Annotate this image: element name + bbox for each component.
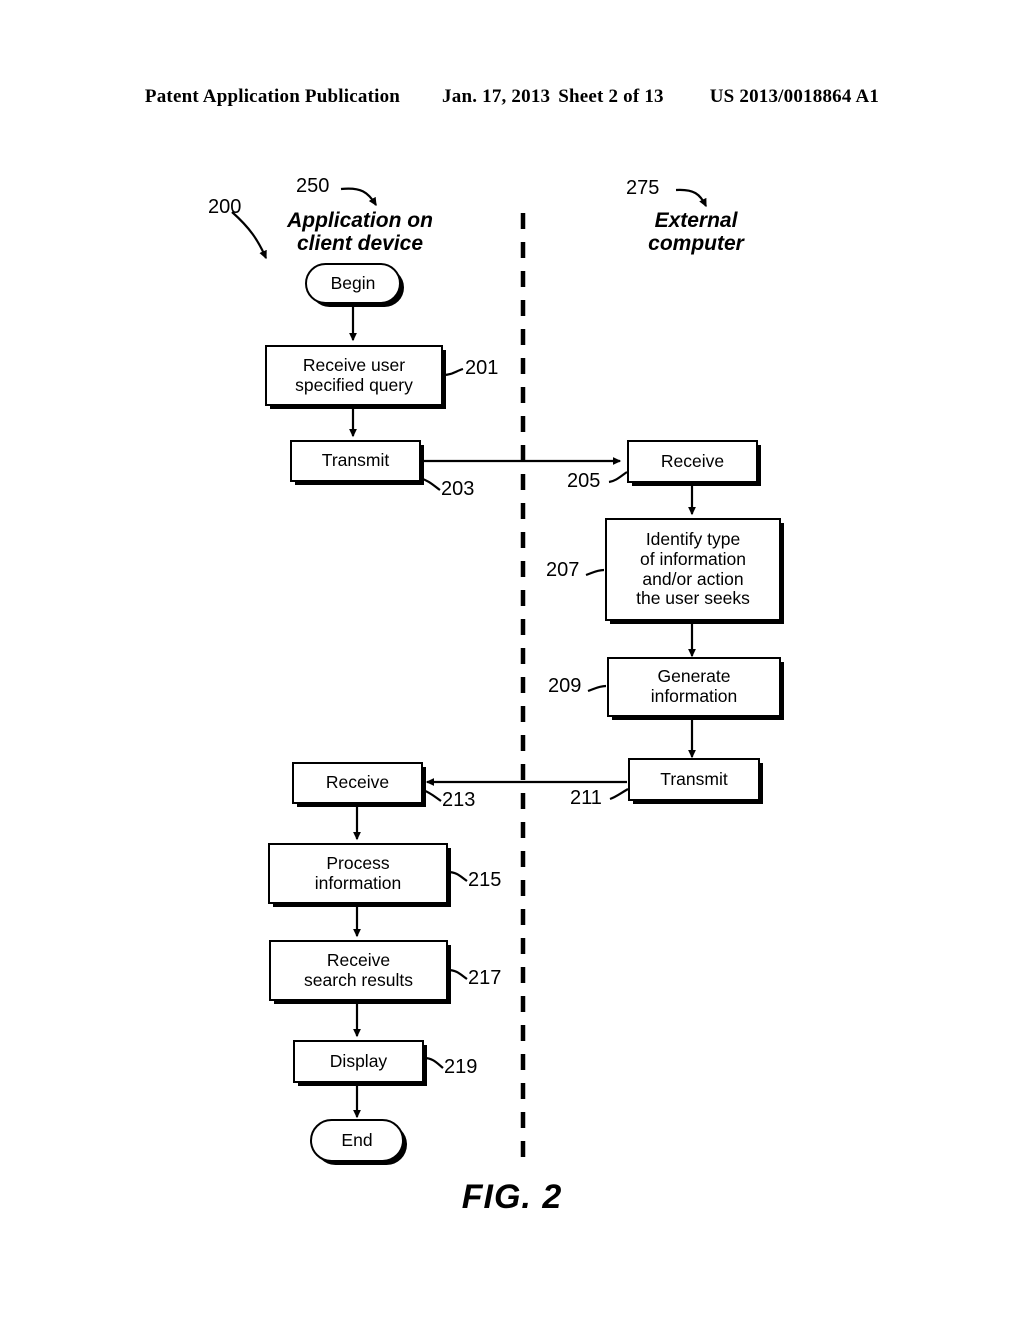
node-transmit-client[interactable]: Transmit bbox=[290, 440, 421, 482]
ref-numeral-209: 209 bbox=[548, 675, 582, 697]
node-begin[interactable]: Begin bbox=[305, 263, 401, 304]
ref-numeral-200: 200 bbox=[208, 196, 242, 218]
ref-numeral-215: 215 bbox=[468, 869, 502, 891]
ref-numeral-213: 213 bbox=[442, 789, 476, 811]
figure-caption: FIG. 2 bbox=[461, 1178, 563, 1216]
column-heading-external: External computer bbox=[648, 209, 744, 255]
node-receive-external[interactable]: Receive bbox=[627, 440, 758, 483]
ref-numeral-203: 203 bbox=[441, 478, 475, 500]
node-receive-client[interactable]: Receive bbox=[292, 762, 423, 804]
node-receive-search-results[interactable]: Receive search results bbox=[269, 940, 448, 1001]
ref-numeral-205: 205 bbox=[567, 470, 601, 492]
ref-numeral-250: 250 bbox=[296, 175, 330, 197]
node-generate-information[interactable]: Generate information bbox=[607, 657, 781, 717]
node-receive-user-specified-query[interactable]: Receive user specified query bbox=[265, 345, 443, 406]
ref-numeral-275: 275 bbox=[626, 177, 660, 199]
node-display[interactable]: Display bbox=[293, 1040, 424, 1083]
ref-numeral-211: 211 bbox=[570, 787, 602, 809]
ref-numeral-219: 219 bbox=[444, 1056, 478, 1078]
ref-numeral-217: 217 bbox=[468, 967, 502, 989]
flowchart-diagram: Application on client device External co… bbox=[0, 0, 1024, 1320]
diagram-connectors-layer bbox=[231, 187, 707, 1163]
column-heading-client: Application on client device bbox=[287, 209, 433, 255]
node-identify-type-of-information[interactable]: Identify type of information and/or acti… bbox=[605, 518, 781, 621]
node-transmit-external[interactable]: Transmit bbox=[628, 758, 760, 801]
ref-numeral-201: 201 bbox=[465, 357, 499, 379]
ref-numeral-207: 207 bbox=[546, 559, 580, 581]
node-process-information[interactable]: Process information bbox=[268, 843, 448, 904]
node-end[interactable]: End bbox=[310, 1119, 404, 1162]
